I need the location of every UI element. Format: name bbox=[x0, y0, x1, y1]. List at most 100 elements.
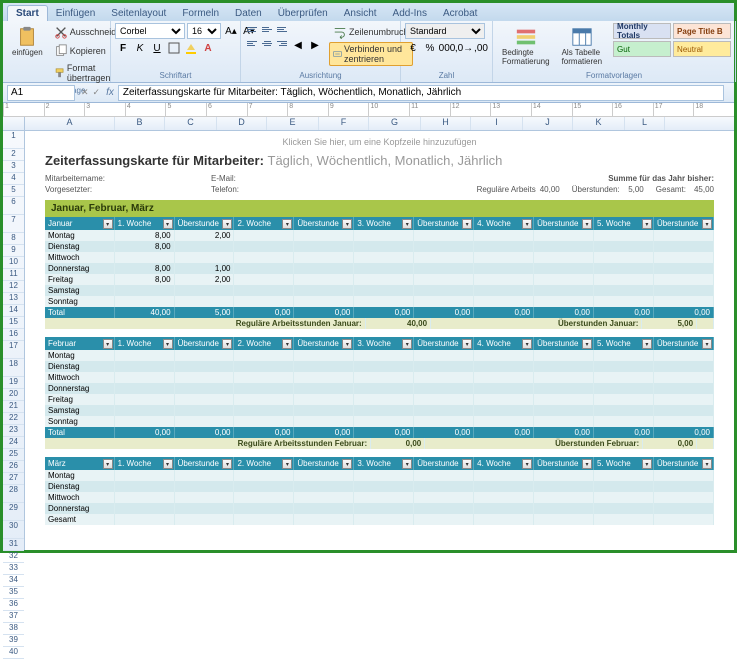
col-header-H[interactable]: H bbox=[421, 117, 471, 130]
row-header-29[interactable]: 29 bbox=[3, 503, 24, 521]
table-header[interactable]: Februar▾ bbox=[45, 337, 114, 350]
filter-dropdown-icon[interactable]: ▾ bbox=[702, 339, 712, 349]
filter-dropdown-icon[interactable]: ▾ bbox=[642, 219, 652, 229]
tab-einfügen[interactable]: Einfügen bbox=[48, 6, 103, 21]
filter-dropdown-icon[interactable]: ▾ bbox=[163, 219, 173, 229]
wrap-text-button[interactable]: Zeilenumbruch bbox=[329, 23, 413, 41]
filter-dropdown-icon[interactable]: ▾ bbox=[103, 339, 113, 349]
filter-dropdown-icon[interactable]: ▾ bbox=[282, 339, 292, 349]
tab-ansicht[interactable]: Ansicht bbox=[336, 6, 385, 21]
underline-button[interactable]: U bbox=[149, 40, 165, 56]
font-size-select[interactable]: 16 bbox=[187, 23, 221, 39]
tab-seitenlayout[interactable]: Seitenlayout bbox=[103, 6, 174, 21]
cancel-icon[interactable]: ✕ bbox=[79, 87, 91, 98]
col-header-D[interactable]: D bbox=[217, 117, 267, 130]
row-header-16[interactable]: 16 bbox=[3, 329, 24, 341]
border-button[interactable] bbox=[166, 40, 182, 56]
format-as-table-button[interactable]: Als Tabelle formatieren bbox=[557, 23, 607, 69]
filter-dropdown-icon[interactable]: ▾ bbox=[402, 459, 412, 469]
table-header[interactable]: 3. Woche▾ bbox=[354, 337, 414, 350]
filter-dropdown-icon[interactable]: ▾ bbox=[522, 219, 532, 229]
row-header-17[interactable]: 17 bbox=[3, 341, 24, 359]
table-header[interactable]: Überstunde▾ bbox=[294, 337, 354, 350]
align-bottom-button[interactable] bbox=[275, 23, 289, 35]
row-header-13[interactable]: 13 bbox=[3, 293, 24, 305]
table-header[interactable]: März▾ bbox=[45, 457, 114, 470]
filter-dropdown-icon[interactable]: ▾ bbox=[582, 459, 592, 469]
row-header-9[interactable]: 9 bbox=[3, 245, 24, 257]
cell-style-gut[interactable]: Gut bbox=[613, 41, 671, 57]
increase-decimal-button[interactable]: ,0→ bbox=[456, 40, 472, 56]
italic-button[interactable]: K bbox=[132, 40, 148, 56]
filter-dropdown-icon[interactable]: ▾ bbox=[222, 339, 232, 349]
table-header[interactable]: Überstunde▾ bbox=[534, 457, 594, 470]
select-all-corner[interactable] bbox=[3, 117, 25, 130]
col-header-B[interactable]: B bbox=[115, 117, 165, 130]
cell-style-monthly[interactable]: Monthly Totals bbox=[613, 23, 671, 39]
filter-dropdown-icon[interactable]: ▾ bbox=[702, 459, 712, 469]
tab-acrobat[interactable]: Acrobat bbox=[435, 6, 485, 21]
filter-dropdown-icon[interactable]: ▾ bbox=[522, 339, 532, 349]
tab-start[interactable]: Start bbox=[7, 5, 48, 21]
row-header-14[interactable]: 14 bbox=[3, 305, 24, 317]
col-header-G[interactable]: G bbox=[369, 117, 421, 130]
worksheet-area[interactable]: Klicken Sie hier, um eine Kopfzeile hinz… bbox=[25, 131, 734, 550]
table-header[interactable]: Überstunde▾ bbox=[414, 217, 474, 230]
increase-indent-button[interactable]: ▶ bbox=[307, 37, 323, 53]
align-top-button[interactable] bbox=[245, 23, 259, 35]
currency-button[interactable]: € bbox=[405, 40, 421, 56]
decrease-indent-button[interactable]: ◀ bbox=[290, 37, 306, 53]
align-left-button[interactable] bbox=[245, 37, 259, 49]
row-header-25[interactable]: 25 bbox=[3, 449, 24, 461]
fx-icon[interactable]: fx bbox=[102, 87, 118, 98]
table-header[interactable]: 2. Woche▾ bbox=[234, 217, 294, 230]
row-header-37[interactable]: 37 bbox=[3, 611, 24, 623]
row-header-2[interactable]: 2 bbox=[3, 149, 24, 161]
table-header[interactable]: Überstunde▾ bbox=[653, 217, 713, 230]
row-header-34[interactable]: 34 bbox=[3, 575, 24, 587]
filter-dropdown-icon[interactable]: ▾ bbox=[342, 219, 352, 229]
filter-dropdown-icon[interactable]: ▾ bbox=[163, 339, 173, 349]
number-format-select[interactable]: Standard bbox=[405, 23, 485, 39]
col-header-E[interactable]: E bbox=[267, 117, 319, 130]
table-header[interactable]: 5. Woche▾ bbox=[594, 217, 654, 230]
filter-dropdown-icon[interactable]: ▾ bbox=[462, 219, 472, 229]
cell-style-pagetitle[interactable]: Page Title B bbox=[673, 23, 731, 39]
table-header[interactable]: Überstunde▾ bbox=[174, 337, 234, 350]
row-header-40[interactable]: 40 bbox=[3, 647, 24, 659]
filter-dropdown-icon[interactable]: ▾ bbox=[103, 459, 113, 469]
merge-center-button[interactable]: Verbinden und zentrieren bbox=[329, 42, 413, 66]
row-header-15[interactable]: 15 bbox=[3, 317, 24, 329]
filter-dropdown-icon[interactable]: ▾ bbox=[582, 219, 592, 229]
row-header-22[interactable]: 22 bbox=[3, 413, 24, 425]
row-header-5[interactable]: 5 bbox=[3, 185, 24, 197]
filter-dropdown-icon[interactable]: ▾ bbox=[282, 219, 292, 229]
enter-icon[interactable]: ✓ bbox=[91, 87, 103, 98]
table-header[interactable]: 4. Woche▾ bbox=[474, 337, 534, 350]
row-header-7[interactable]: 7 bbox=[3, 215, 24, 233]
table-header[interactable]: 5. Woche▾ bbox=[594, 337, 654, 350]
filter-dropdown-icon[interactable]: ▾ bbox=[402, 339, 412, 349]
header-placeholder[interactable]: Klicken Sie hier, um eine Kopfzeile hinz… bbox=[45, 137, 714, 147]
font-color-button[interactable]: A bbox=[200, 40, 216, 56]
table-header[interactable]: Überstunde▾ bbox=[653, 457, 713, 470]
comma-button[interactable]: 000 bbox=[439, 40, 455, 56]
grow-font-button[interactable]: A▴ bbox=[223, 23, 239, 39]
row-header-11[interactable]: 11 bbox=[3, 269, 24, 281]
col-header-J[interactable]: J bbox=[523, 117, 573, 130]
filter-dropdown-icon[interactable]: ▾ bbox=[642, 459, 652, 469]
tab-add-ins[interactable]: Add-Ins bbox=[385, 6, 435, 21]
row-header-38[interactable]: 38 bbox=[3, 623, 24, 635]
col-header-L[interactable]: L bbox=[625, 117, 665, 130]
bold-button[interactable]: F bbox=[115, 40, 131, 56]
filter-dropdown-icon[interactable]: ▾ bbox=[163, 459, 173, 469]
row-header-27[interactable]: 27 bbox=[3, 473, 24, 485]
filter-dropdown-icon[interactable]: ▾ bbox=[702, 219, 712, 229]
paste-button[interactable]: einfügen bbox=[7, 23, 48, 60]
table-header[interactable]: Überstunde▾ bbox=[174, 217, 234, 230]
align-middle-button[interactable] bbox=[260, 23, 274, 35]
filter-dropdown-icon[interactable]: ▾ bbox=[462, 459, 472, 469]
fill-color-button[interactable] bbox=[183, 40, 199, 56]
filter-dropdown-icon[interactable]: ▾ bbox=[402, 219, 412, 229]
row-header-12[interactable]: 12 bbox=[3, 281, 24, 293]
